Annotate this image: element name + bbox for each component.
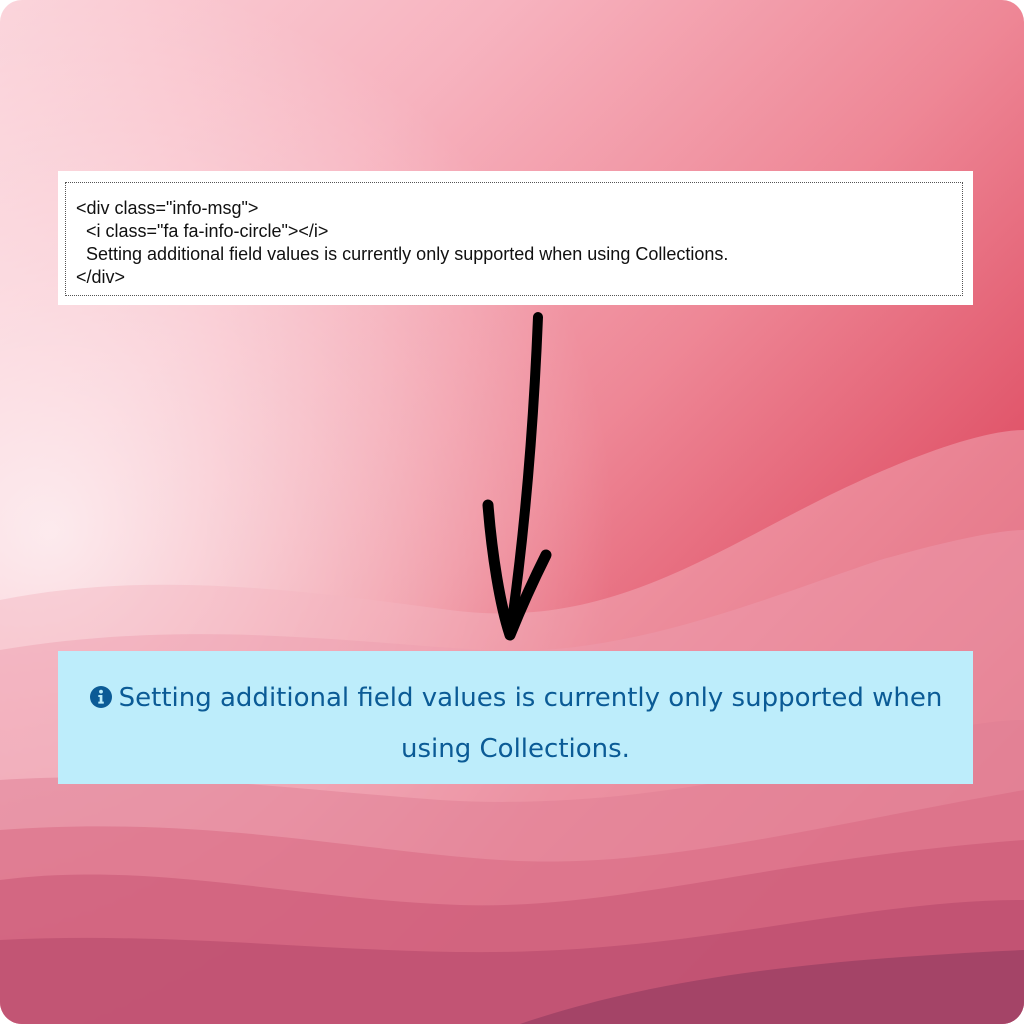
info-message-text: Setting additional field values is curre… <box>118 683 943 764</box>
code-line: Setting additional field values is curre… <box>76 244 729 264</box>
code-line: <i class="fa fa-info-circle"></i> <box>76 221 329 241</box>
code-snippet-frame: <div class="info-msg"> <i class="fa fa-i… <box>65 182 963 296</box>
info-message: Setting additional field values is curre… <box>88 673 943 775</box>
info-circle-icon <box>89 686 112 708</box>
code-snippet-panel: <div class="info-msg"> <i class="fa fa-i… <box>58 171 973 305</box>
down-arrow-icon <box>482 312 552 641</box>
code-line: </div> <box>76 267 126 287</box>
info-message-box: Setting additional field values is curre… <box>58 651 973 784</box>
illustration-canvas: <div class="info-msg"> <i class="fa fa-i… <box>0 0 1024 1024</box>
code-line: <div class="info-msg"> <box>76 198 259 218</box>
